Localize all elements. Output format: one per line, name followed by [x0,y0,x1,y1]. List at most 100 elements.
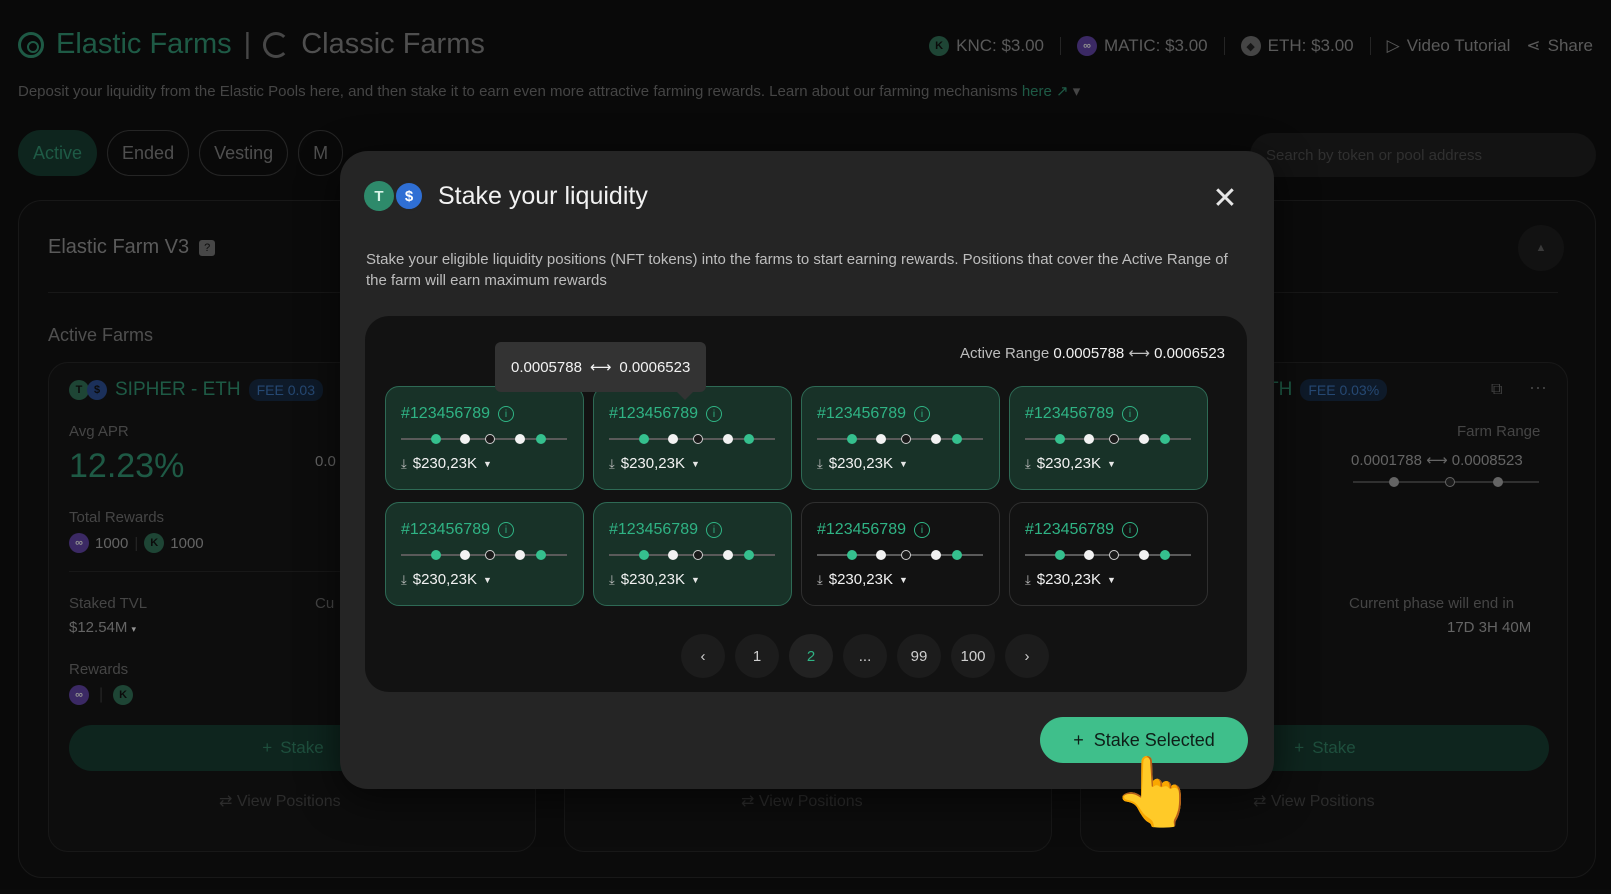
range-marker [639,550,649,560]
price-range-bar [401,434,567,444]
position-card[interactable]: #123456789 i ⤓ $230,23K ▼ [593,386,792,490]
position-id: #123456789 i [609,405,722,423]
range-marker [431,550,441,560]
position-value[interactable]: ⤓ $230,23K ▼ [1025,455,1116,472]
chevron-down-icon: ▼ [690,574,700,585]
info-icon[interactable]: i [705,406,722,422]
range-marker [876,550,886,560]
position-card[interactable]: #123456789 i ⤓ $230,23K ▼ [801,386,1000,490]
close-icon[interactable]: ✕ [1210,184,1240,215]
position-id: #123456789 i [817,521,930,539]
deposit-icon: ⤓ [1025,571,1031,587]
range-marker [847,434,857,444]
info-icon[interactable]: i [1121,522,1138,538]
range-marker [460,434,470,444]
chevron-down-icon: ▼ [482,458,492,469]
position-card[interactable]: #123456789 i ⤓ $230,23K ▼ [801,502,1000,606]
position-id: #123456789 i [817,405,930,423]
info-icon[interactable]: i [1121,406,1138,422]
range-marker [668,550,678,560]
price-range-bar [817,434,983,444]
chevron-down-icon: ▼ [898,574,908,585]
range-tooltip: 0.0005788 ⟷ 0.0006523 [495,342,707,400]
position-value[interactable]: ⤓ $230,23K ▼ [1025,571,1116,588]
deposit-icon: ⤓ [817,455,823,471]
next-page-button[interactable]: › [1005,634,1049,678]
position-card[interactable]: #123456789 i ⤓ $230,23K ▼ [1009,386,1208,490]
page-ellipsis: ... [843,634,887,678]
range-marker [901,434,911,444]
range-marker [693,550,703,560]
info-icon[interactable]: i [913,406,930,422]
position-value[interactable]: ⤓ $230,23K ▼ [817,455,908,472]
range-marker [723,434,733,444]
pointer-hand-icon: 👆 [1112,754,1197,830]
range-marker [1084,434,1094,444]
deposit-icon: ⤓ [1025,455,1031,471]
position-card[interactable]: #123456789 i ⤓ $230,23K ▼ [385,502,584,606]
position-value[interactable]: ⤓ $230,23K ▼ [609,455,700,472]
range-marker [536,434,546,444]
range-marker [536,550,546,560]
deposit-icon: ⤓ [401,571,407,587]
deposit-icon: ⤓ [609,455,615,471]
range-marker [1084,550,1094,560]
positions-panel: Active Range 0.0005788 ⟷ 0.0006523 #1234… [365,316,1247,692]
usdt-token-icon: T [364,181,394,211]
info-icon[interactable]: i [705,522,722,538]
position-value[interactable]: ⤓ $230,23K ▼ [401,455,492,472]
info-icon[interactable]: i [497,406,514,422]
range-marker [1055,550,1065,560]
page-1[interactable]: 1 [735,634,779,678]
price-range-bar [817,550,983,560]
position-value[interactable]: ⤓ $230,23K ▼ [609,571,700,588]
price-range-bar [609,434,775,444]
chevron-down-icon: ▼ [1106,574,1116,585]
position-value[interactable]: ⤓ $230,23K ▼ [401,571,492,588]
position-id: #123456789 i [1025,521,1138,539]
chevron-down-icon: ▼ [482,574,492,585]
range-marker [744,434,754,444]
chevron-down-icon: ▼ [898,458,908,469]
range-marker [723,550,733,560]
range-marker [847,550,857,560]
plus-icon: + [1073,729,1084,750]
position-value[interactable]: ⤓ $230,23K ▼ [817,571,908,588]
price-range-bar [609,550,775,560]
range-marker [639,434,649,444]
range-marker [693,434,703,444]
position-card[interactable]: #123456789 i ⤓ $230,23K ▼ [1009,502,1208,606]
price-range-bar [401,550,567,560]
range-marker [952,550,962,560]
position-id: #123456789 i [609,521,722,539]
range-marker [431,434,441,444]
page-2[interactable]: 2 [789,634,833,678]
range-marker [744,550,754,560]
position-card[interactable]: #123456789 i ⤓ $230,23K ▼ [385,386,584,490]
page-99[interactable]: 99 [897,634,941,678]
position-card[interactable]: #123456789 i ⤓ $230,23K ▼ [593,502,792,606]
range-marker [876,434,886,444]
range-marker [515,550,525,560]
range-marker [1139,550,1149,560]
info-icon[interactable]: i [913,522,930,538]
range-marker [1109,434,1119,444]
position-id: #123456789 i [1025,405,1138,423]
pagination: ‹ 1 2 ... 99 100 › [681,634,1049,678]
range-marker [1160,550,1170,560]
range-marker [515,434,525,444]
page-100[interactable]: 100 [951,634,995,678]
deposit-icon: ⤓ [401,455,407,471]
range-marker [1109,550,1119,560]
stake-modal: T $ Stake your liquidity ✕ Stake your el… [340,151,1274,789]
position-id: #123456789 i [401,521,514,539]
price-range-bar [1025,550,1191,560]
range-marker [485,550,495,560]
usdc-token-icon: $ [394,181,424,211]
info-icon[interactable]: i [497,522,514,538]
modal-title: Stake your liquidity [438,181,648,210]
range-marker [460,550,470,560]
range-marker [901,550,911,560]
range-marker [485,434,495,444]
prev-page-button[interactable]: ‹ [681,634,725,678]
